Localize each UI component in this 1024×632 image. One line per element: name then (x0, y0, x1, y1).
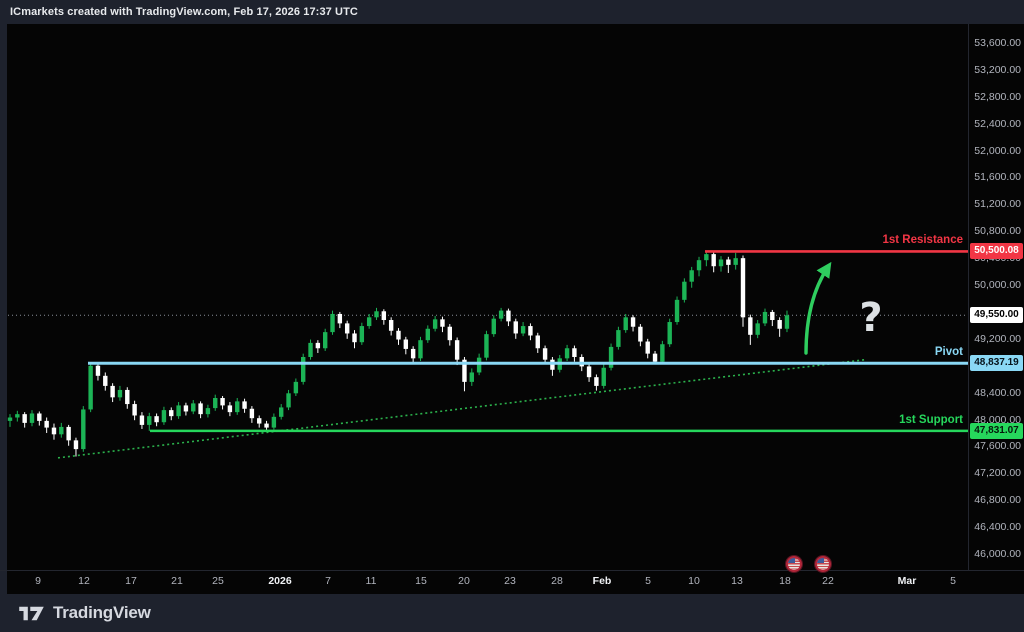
price-tick-label: 46,000.00 (969, 548, 1021, 560)
candlestick-series (8, 251, 789, 456)
time-tick-label: 18 (765, 575, 805, 587)
tradingview-brand-text[interactable]: TradingView (53, 603, 151, 623)
resistance-price-badge: 50,500.08 (970, 243, 1023, 259)
left-edge-strip (0, 24, 7, 594)
time-tick-label: 20 (444, 575, 484, 587)
us-flag-event-icon[interactable] (786, 556, 802, 572)
time-tick-label: 12 (64, 575, 104, 587)
time-tick-label: 22 (808, 575, 848, 587)
price-tick-label: 52,400.00 (969, 118, 1021, 130)
footer-bar: TradingView (0, 594, 1024, 632)
us-flag-event-icon[interactable] (815, 556, 831, 572)
support-resistance-lines[interactable] (88, 251, 968, 430)
time-tick-label: 9 (18, 575, 58, 587)
time-tick-label: 5 (933, 575, 973, 587)
price-tick-label: 51,200.00 (969, 198, 1021, 210)
price-tick-label: 51,600.00 (969, 171, 1021, 183)
header-bar: ICmarkets created with TradingView.com, … (0, 0, 1024, 24)
time-tick-label: 21 (157, 575, 197, 587)
current-price-badge: 49,550.00 (970, 307, 1023, 323)
first-support-label: 1st Support (899, 414, 963, 426)
pivot-price-badge: 48,837.19 (970, 355, 1023, 371)
pivot-label: Pivot (935, 346, 963, 358)
time-axis[interactable]: 9 12 17 2125 2026 711 1520 23 28 Feb 5 1013 1822 Mar 5 (0, 570, 1024, 595)
time-tick-label: 15 (401, 575, 441, 587)
time-tick-label: 28 (537, 575, 577, 587)
time-tick-label: 23 (490, 575, 530, 587)
price-tick-label: 50,000.00 (969, 279, 1021, 291)
price-tick-label: 52,000.00 (969, 145, 1021, 157)
price-tick-label: 46,400.00 (969, 521, 1021, 533)
price-tick-label: 50,800.00 (969, 225, 1021, 237)
price-tick-label: 49,200.00 (969, 333, 1021, 345)
time-tick-label: 17 (111, 575, 151, 587)
first-resistance-label: 1st Resistance (882, 234, 963, 246)
time-tick-label: Mar (887, 575, 927, 587)
price-tick-label: 47,200.00 (969, 467, 1021, 479)
time-tick-label: Feb (582, 575, 622, 587)
time-tick-label: 13 (717, 575, 757, 587)
price-tick-label: 46,800.00 (969, 494, 1021, 506)
time-tick-label: 11 (351, 575, 391, 587)
price-line-and-trendline (8, 315, 968, 458)
question-mark-annotation: ? (859, 295, 882, 341)
time-tick-label: 5 (628, 575, 668, 587)
arrow-annotation (806, 267, 828, 353)
time-tick-label: 7 (308, 575, 348, 587)
chart-attribution-text: ICmarkets created with TradingView.com, … (10, 6, 358, 18)
price-tick-label: 53,200.00 (969, 64, 1021, 76)
time-tick-label: 2026 (260, 575, 300, 587)
time-tick-label: 25 (198, 575, 238, 587)
tradingview-logo-icon[interactable] (18, 605, 45, 622)
support-price-badge: 47,831.07 (970, 423, 1023, 439)
label-overlay: ? 1st Resistance Pivot 1st Support (0, 0, 1024, 632)
chart-canvas[interactable] (0, 0, 1024, 594)
price-tick-label: 48,400.00 (969, 387, 1021, 399)
time-tick-label: 10 (674, 575, 714, 587)
price-tick-label: 47,600.00 (969, 440, 1021, 452)
price-axis[interactable]: 53,600.00 53,200.00 52,800.00 52,400.00 52,0… (968, 24, 1024, 570)
price-tick-label: 52,800.00 (969, 91, 1021, 103)
price-tick-label: 53,600.00 (969, 37, 1021, 49)
tradingview-chart-window: ICmarkets created with TradingView.com, … (0, 0, 1024, 632)
